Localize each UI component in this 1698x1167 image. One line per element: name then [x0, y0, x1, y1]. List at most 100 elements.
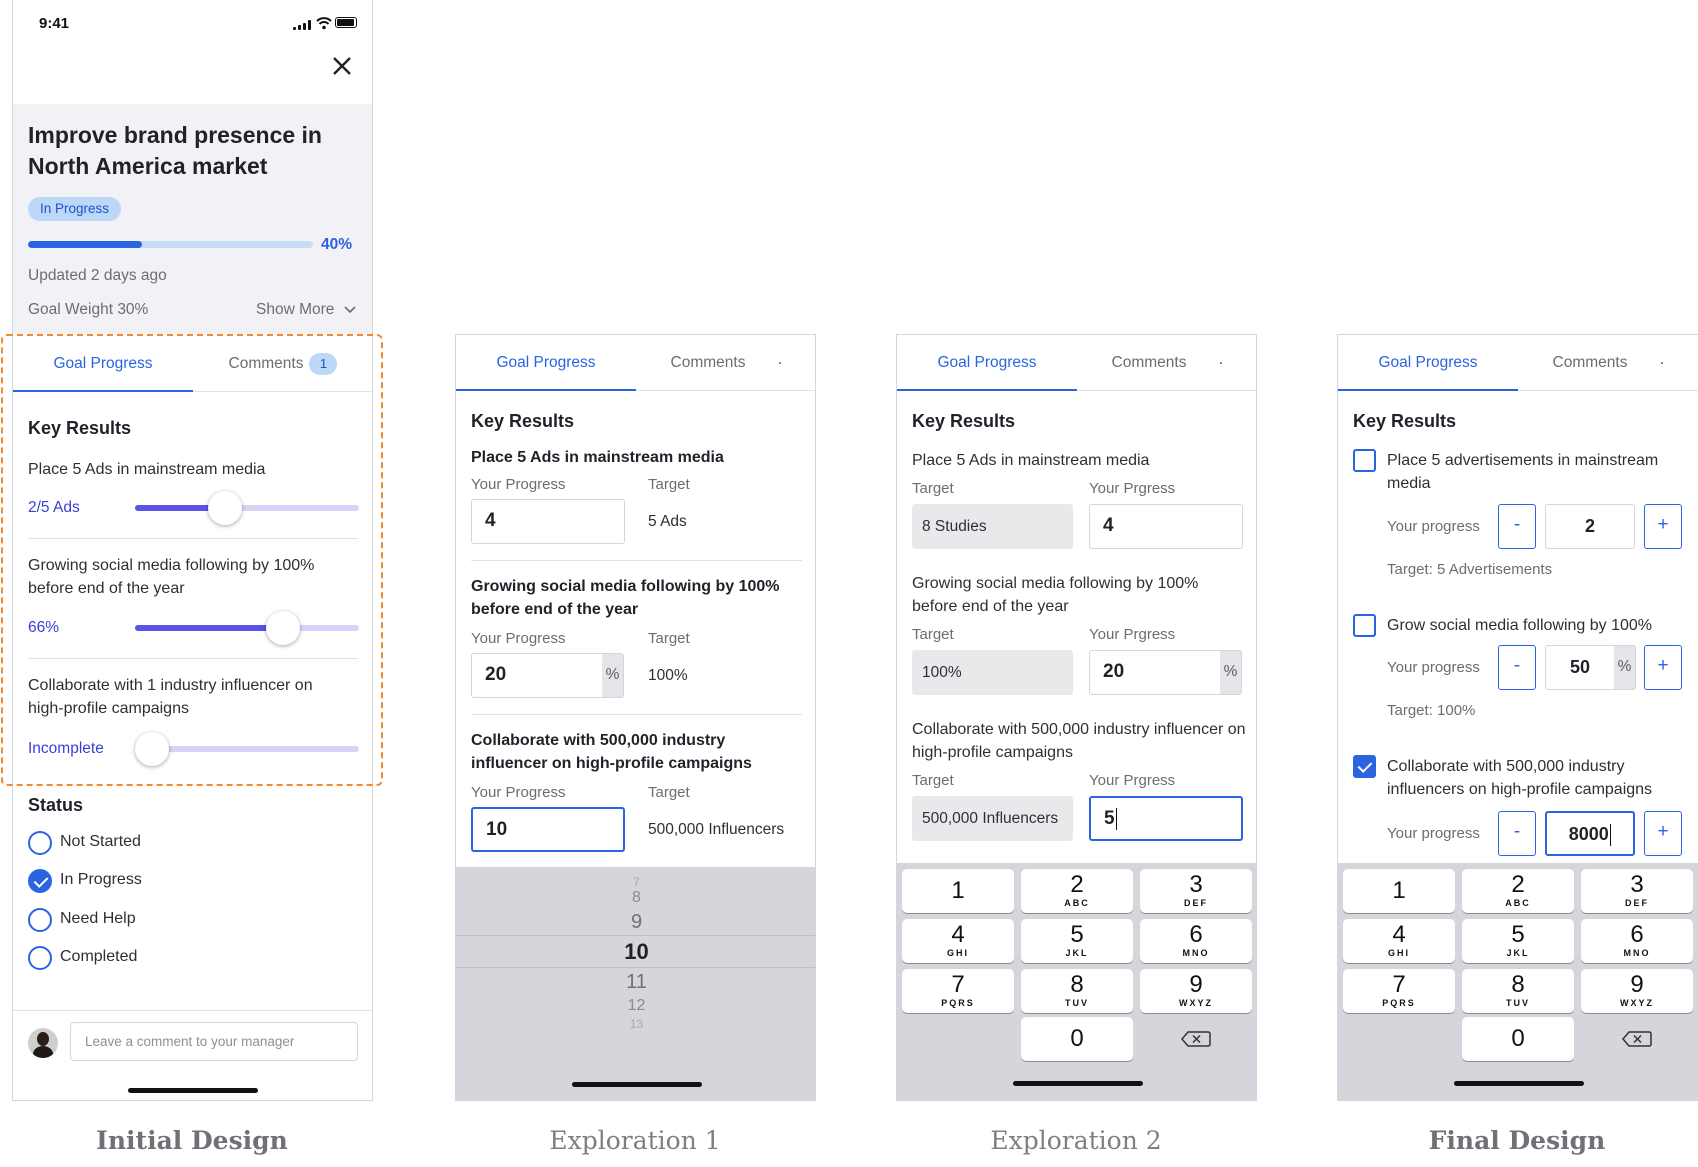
- keypad-key-1[interactable]: 1: [902, 869, 1014, 913]
- backspace-icon[interactable]: [1140, 1017, 1252, 1061]
- key-results-heading: Key Results: [471, 411, 575, 431]
- keypad-key-4[interactable]: 4 GHI: [902, 919, 1014, 963]
- keypad-key-7[interactable]: 7 PQRS: [902, 969, 1014, 1013]
- progress-input[interactable]: 20: [1089, 650, 1221, 695]
- key-result-checkbox[interactable]: [1353, 614, 1376, 637]
- keypad-key-9[interactable]: 9 WXYZ: [1140, 969, 1252, 1013]
- exploration-1-screen: Goal Progress Comments Key Results Place…: [455, 334, 816, 1101]
- tab-label: Goal Progress: [496, 354, 596, 371]
- increment-button[interactable]: +: [1644, 645, 1682, 690]
- radio-button-checked[interactable]: [28, 869, 52, 893]
- key-result-checkbox-checked[interactable]: [1353, 755, 1376, 778]
- keypad-key-2[interactable]: 2 ABC: [1021, 869, 1133, 913]
- keypad-key-4[interactable]: 4 GHI: [1343, 919, 1455, 963]
- text-caret: [1115, 807, 1118, 830]
- picker-item[interactable]: 7: [456, 875, 815, 889]
- keypad-key-9[interactable]: 9 WXYZ: [1581, 969, 1693, 1013]
- dot: [1661, 361, 1664, 364]
- backspace-icon[interactable]: [1581, 1017, 1693, 1061]
- picker-item[interactable]: 9: [456, 911, 815, 934]
- signal-icon: [293, 20, 313, 30]
- tab-label: Comments: [1111, 354, 1187, 371]
- progress-input-value: 5: [1104, 808, 1115, 829]
- increment-button[interactable]: +: [1644, 504, 1682, 549]
- status-option-label: Completed: [60, 948, 138, 965]
- keypad-key-1[interactable]: 1: [1343, 869, 1455, 913]
- caption-exploration-2: Exploration 2: [990, 1126, 1162, 1155]
- keypad-key-3[interactable]: 3 DEF: [1581, 869, 1693, 913]
- key-letters: MNO: [1623, 948, 1651, 958]
- progress-input[interactable]: 2: [1545, 504, 1635, 549]
- highlight-box: [1, 334, 383, 786]
- key-result-text: Collaborate with 500,000 industry influe…: [471, 732, 752, 772]
- tab-comments[interactable]: Comments: [1518, 335, 1698, 391]
- keypad-key-5[interactable]: 5 JKL: [1021, 919, 1133, 963]
- keypad-key-2[interactable]: 2 ABC: [1462, 869, 1574, 913]
- radio-button[interactable]: [28, 946, 52, 970]
- number-picker[interactable]: 7 8 9 10 11 12 13: [456, 867, 815, 1100]
- goal-weight: Goal Weight 30%: [28, 301, 149, 318]
- close-icon[interactable]: [328, 52, 356, 80]
- progress-input[interactable]: 50: [1545, 645, 1615, 690]
- increment-button[interactable]: +: [1644, 811, 1682, 856]
- tab-goal-progress[interactable]: Goal Progress: [897, 335, 1077, 391]
- key-letters: PQRS: [1382, 998, 1416, 1008]
- tab-goal-progress[interactable]: Goal Progress: [456, 335, 636, 391]
- keypad-key-7[interactable]: 7 PQRS: [1343, 969, 1455, 1013]
- progress-input[interactable]: 20: [471, 653, 603, 698]
- keypad-key-0[interactable]: 0: [1021, 1017, 1133, 1061]
- key-digit: 1: [951, 877, 965, 904]
- target-text: Target: 5 Advertisements: [1387, 561, 1553, 578]
- progress-input-value: 8000: [1568, 824, 1609, 844]
- progress-label: Your Prgress: [1089, 480, 1176, 497]
- key-results-heading: Key Results: [912, 411, 1016, 431]
- show-more-button[interactable]: Show More: [256, 301, 357, 319]
- picker-item[interactable]: 8: [456, 889, 815, 907]
- comment-input[interactable]: [70, 1022, 358, 1061]
- caption-initial: Initial Design: [96, 1126, 288, 1155]
- progress-input[interactable]: 4: [471, 499, 625, 544]
- progress-label: Your progress: [1387, 659, 1480, 676]
- key-letters: JKL: [1506, 948, 1530, 958]
- keypad-key-0[interactable]: 0: [1462, 1017, 1574, 1061]
- key-digit: 6: [1189, 921, 1203, 948]
- tab-goal-progress[interactable]: Goal Progress: [1338, 335, 1518, 391]
- key-result-text: Collaborate with 500,000 industry influe…: [1387, 758, 1653, 798]
- goal-progress-bar: [28, 241, 313, 248]
- picker-item[interactable]: 12: [456, 997, 815, 1015]
- key-result-checkbox[interactable]: [1353, 449, 1376, 472]
- key-result-text: Collaborate with 500,000 industry influe…: [912, 721, 1246, 761]
- status-option-label: Not Started: [60, 833, 141, 850]
- radio-button[interactable]: [28, 831, 52, 855]
- keypad-key-8[interactable]: 8 TUV: [1462, 969, 1574, 1013]
- key-letters: TUV: [1065, 998, 1089, 1008]
- key-letters: JKL: [1065, 948, 1089, 958]
- key-digit: 2: [1511, 871, 1525, 898]
- keypad-key-5[interactable]: 5 JKL: [1462, 919, 1574, 963]
- progress-input-focused[interactable]: 5: [1089, 796, 1243, 841]
- keypad-key-3[interactable]: 3 DEF: [1140, 869, 1252, 913]
- picker-selected[interactable]: 10: [456, 939, 815, 965]
- picker-item[interactable]: 11: [456, 971, 815, 994]
- key-digit: 8: [1070, 971, 1084, 998]
- tab-comments[interactable]: Comments: [636, 335, 815, 391]
- status-option-label: Need Help: [60, 910, 136, 927]
- tab-comments[interactable]: Comments: [1077, 335, 1256, 391]
- decrement-button[interactable]: -: [1498, 811, 1536, 856]
- decrement-button[interactable]: -: [1498, 504, 1536, 549]
- progress-input-focused[interactable]: 8000: [1545, 811, 1635, 856]
- picker-item[interactable]: 13: [456, 1017, 815, 1031]
- keypad-key-6[interactable]: 6 MNO: [1140, 919, 1252, 963]
- tab-bar: Goal Progress Comments: [1338, 335, 1698, 391]
- keypad-key-6[interactable]: 6 MNO: [1581, 919, 1693, 963]
- keypad-key-8[interactable]: 8 TUV: [1021, 969, 1133, 1013]
- progress-input-focused[interactable]: 10: [471, 807, 625, 852]
- progress-input[interactable]: 4: [1089, 504, 1243, 549]
- tab-label: Comments: [670, 354, 746, 371]
- radio-button[interactable]: [28, 908, 52, 932]
- decrement-button[interactable]: -: [1498, 645, 1536, 690]
- show-more-label: Show More: [256, 301, 335, 318]
- key-letters: TUV: [1506, 998, 1530, 1008]
- key-digit: 3: [1630, 871, 1644, 898]
- key-digit: 0: [1511, 1025, 1525, 1052]
